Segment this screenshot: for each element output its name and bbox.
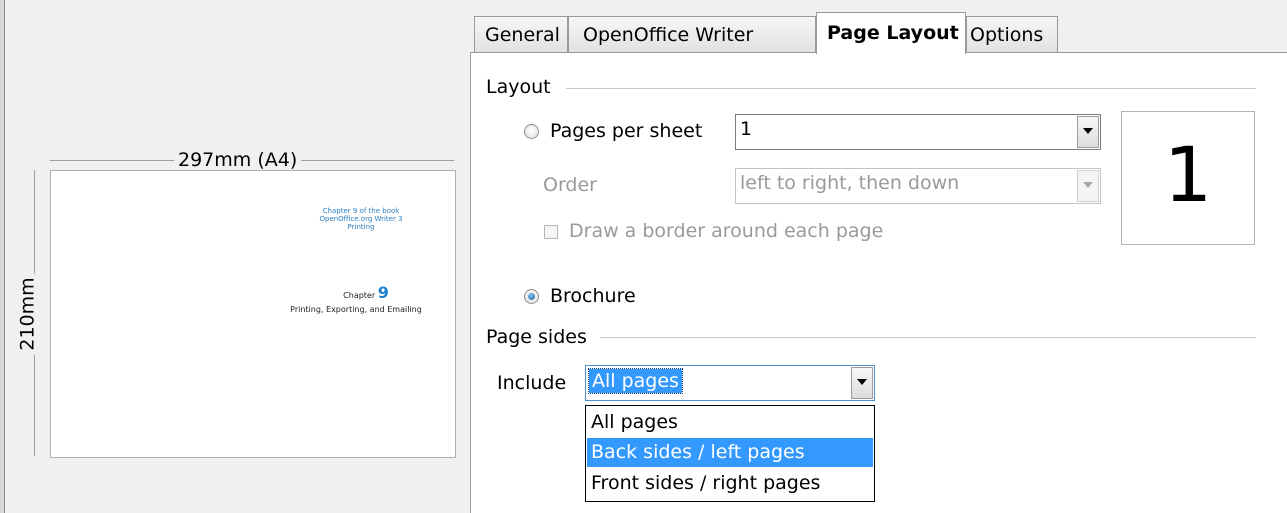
chevron-down-icon[interactable] (1077, 116, 1099, 148)
draw-border-label[interactable]: Draw a border around each page (569, 220, 883, 242)
thumbnail-chapter-number: 9 (377, 283, 389, 302)
height-dimension-label: 210mm (16, 273, 39, 355)
dropdown-option-all-pages[interactable]: All pages (587, 408, 873, 437)
pages-per-sheet-preview: 1 (1121, 111, 1255, 245)
chevron-down-icon[interactable] (851, 367, 873, 399)
pages-per-sheet-value: 1 (740, 118, 753, 140)
thumbnail-header-line: Chapter 9 of the book (322, 207, 400, 215)
include-dropdown-list: All pages Back sides / left pages Front … (585, 405, 875, 502)
thumbnail-chapter: Chapter 9 (316, 285, 416, 301)
width-dimension-label: 297mm (A4) (174, 149, 302, 171)
page-sides-section-label: Page sides (486, 326, 587, 348)
order-value: left to right, then down (740, 172, 960, 194)
chevron-down-icon[interactable] (1077, 170, 1099, 202)
tab-general[interactable]: General (474, 16, 568, 52)
layout-section-divider (566, 88, 1256, 89)
include-label: Include (497, 372, 567, 394)
dropdown-option-front-sides[interactable]: Front sides / right pages (587, 469, 873, 498)
page-sides-section-divider (600, 337, 1256, 338)
order-label: Order (543, 174, 597, 196)
draw-border-checkbox[interactable] (544, 225, 558, 239)
tab-page-layout[interactable]: Page Layout (816, 12, 966, 54)
brochure-label[interactable]: Brochure (550, 285, 636, 307)
pages-per-sheet-radio[interactable] (524, 124, 539, 139)
layout-section-label: Layout (486, 76, 551, 98)
include-select[interactable]: All pages (585, 365, 875, 401)
dropdown-option-back-sides[interactable]: Back sides / left pages (587, 438, 873, 467)
thumbnail-header-line: Printing (347, 223, 375, 231)
pages-per-sheet-label[interactable]: Pages per sheet (550, 120, 702, 142)
brochure-radio[interactable] (524, 289, 539, 304)
window-edge (0, 0, 5, 513)
order-select[interactable]: left to right, then down (735, 168, 1101, 204)
thumbnail-header-line: OpenOffice.org Writer 3 (319, 215, 403, 223)
include-value: All pages (588, 368, 683, 394)
thumbnail-subtitle: Printing, Exporting, and Emailing (290, 305, 422, 314)
tab-openoffice-writer[interactable]: OpenOffice Writer (568, 16, 816, 52)
pages-per-sheet-select[interactable]: 1 (735, 114, 1101, 150)
preview-number: 1 (1163, 130, 1213, 219)
thumbnail-chapter-word: Chapter (343, 291, 376, 300)
page-thumbnail: Chapter 9 of the book OpenOffice.org Wri… (50, 170, 456, 458)
tab-options[interactable]: Options (966, 16, 1058, 52)
